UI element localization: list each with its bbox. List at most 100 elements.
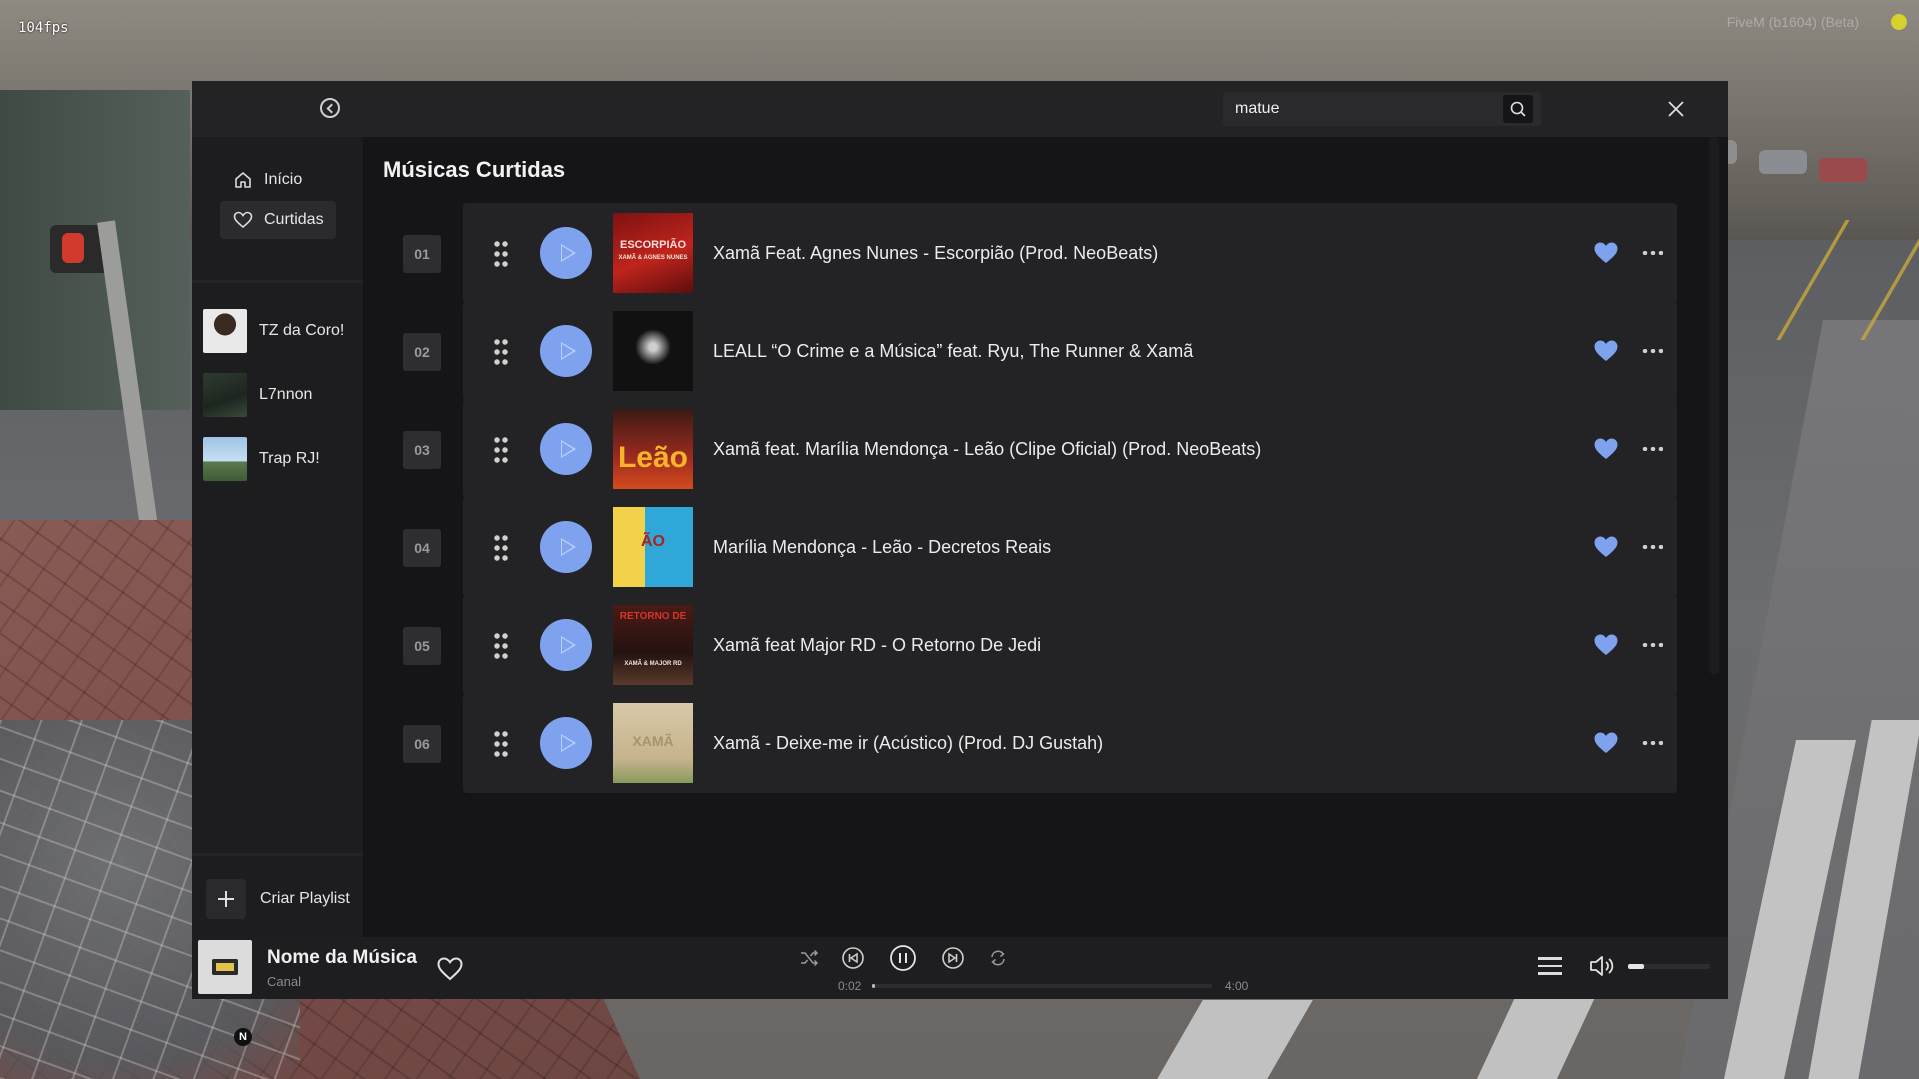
total-time: 4:00 (1225, 979, 1249, 993)
search-input[interactable]: matue (1235, 92, 1279, 126)
back-icon[interactable] (320, 98, 340, 118)
heart-filled-icon (1594, 536, 1618, 557)
song-row[interactable]: 03 Leão Xamã feat. Marília Mendonça - Le… (403, 399, 1723, 499)
progress-fill (872, 984, 875, 988)
next-button[interactable] (940, 945, 966, 971)
play-button[interactable] (540, 717, 592, 769)
liked-button[interactable] (1593, 633, 1619, 657)
create-playlist-label: Criar Playlist (260, 890, 350, 907)
shuffle-button[interactable] (796, 945, 822, 971)
song-card[interactable]: ÃO Marília Mendonça - Leão - Decretos Re… (463, 497, 1677, 597)
nav-item-inicio[interactable]: Início (220, 161, 314, 199)
song-cover (613, 311, 693, 391)
song-row[interactable]: 06 XAMÃ Xamã - Deixe-me ir (Acústico) (P… (403, 693, 1723, 793)
nav-item-label: Curtidas (264, 211, 324, 228)
volume-fill (1628, 964, 1645, 969)
drag-handle-icon[interactable] (493, 239, 509, 267)
create-playlist-button[interactable]: Criar Playlist (206, 879, 350, 919)
repeat-button[interactable] (985, 945, 1011, 971)
song-row[interactable]: 04 ÃO Marília Mendonça - Leão - Decretos… (403, 497, 1723, 597)
search-button[interactable] (1503, 95, 1533, 123)
cover-text: XAMÃ (632, 733, 674, 749)
track-number: 03 (403, 431, 441, 469)
liked-button[interactable] (1593, 339, 1619, 363)
more-options-icon[interactable] (1641, 741, 1663, 745)
play-button[interactable] (540, 619, 592, 671)
build-label: FiveM (b1604) (Beta) (1726, 14, 1859, 30)
main-content: matue Músicas Curtidas 01 ESCORPIÃO XAMÃ… (363, 81, 1728, 937)
queue-menu-icon[interactable] (1538, 956, 1562, 976)
heart-filled-icon (1594, 634, 1618, 655)
liked-button[interactable] (1593, 437, 1619, 461)
drag-handle-icon[interactable] (493, 729, 509, 757)
drag-handle-icon[interactable] (493, 435, 509, 463)
track-number: 05 (403, 627, 441, 665)
playlist-thumbnail (203, 309, 247, 353)
song-title: Marília Mendonça - Leão - Decretos Reais (713, 537, 1052, 557)
song-cover: Leão (613, 409, 693, 489)
song-card[interactable]: XAMÃ Xamã - Deixe-me ir (Acústico) (Prod… (463, 693, 1677, 793)
song-row[interactable]: 01 ESCORPIÃO XAMÃ & AGNES NUNES Xamã Fea… (403, 203, 1723, 303)
liked-button[interactable] (1593, 731, 1619, 755)
playlist-item[interactable]: L7nnon (203, 373, 312, 417)
play-button[interactable] (540, 227, 592, 279)
repeat-icon (991, 950, 1005, 966)
song-cover: RETORNO DE XAMÃ & MAJOR RD (613, 605, 693, 685)
previous-button[interactable] (840, 945, 866, 971)
play-button[interactable] (540, 325, 592, 377)
song-card[interactable]: RETORNO DE XAMÃ & MAJOR RD Xamã feat Maj… (463, 595, 1677, 695)
nav-item-curtidas[interactable]: Curtidas (220, 201, 336, 239)
song-title: Xamã feat Major RD - O Retorno De Jedi (713, 635, 1042, 655)
heart-filled-icon (1594, 242, 1618, 263)
more-options-icon[interactable] (1641, 349, 1663, 353)
minimap-north-marker: N (234, 1028, 252, 1046)
like-button[interactable] (436, 956, 464, 982)
volume-icon (1590, 956, 1614, 976)
heart-filled-icon (1594, 732, 1618, 753)
shuffle-icon (801, 949, 819, 967)
progress-bar[interactable] (872, 984, 1212, 988)
play-button[interactable] (540, 423, 592, 475)
song-card[interactable]: LEALL “O Crime e a Música” feat. Ryu, Th… (463, 301, 1677, 401)
volume-button[interactable] (1588, 953, 1618, 979)
song-title: Xamã Feat. Agnes Nunes - Escorpião (Prod… (713, 243, 1159, 263)
playlist-item[interactable]: Trap RJ! (203, 437, 320, 481)
search-box[interactable]: matue (1223, 92, 1541, 126)
song-row[interactable]: 02 LEALL “O Crime e a Música” feat. Ryu,… (403, 301, 1723, 401)
track-number: 04 (403, 529, 441, 567)
skip-previous-icon (842, 947, 864, 969)
song-card[interactable]: Leão Xamã feat. Marília Mendonça - Leão … (463, 399, 1677, 499)
drag-handle-icon[interactable] (493, 533, 509, 561)
track-number: 01 (403, 235, 441, 273)
current-time: 0:02 (838, 979, 862, 993)
now-playing-title: Nome da Música (267, 947, 417, 968)
playlist-thumbnail (203, 373, 247, 417)
song-card[interactable]: ESCORPIÃO XAMÃ & AGNES NUNES Xamã Feat. … (463, 203, 1677, 303)
divider (192, 853, 363, 856)
pause-button[interactable] (888, 943, 918, 973)
volume-slider[interactable] (1628, 964, 1710, 969)
playlist-item[interactable]: TZ da Coro! (203, 309, 344, 353)
cover-text: ÃO (641, 533, 665, 550)
pause-icon (890, 945, 916, 971)
plus-icon (206, 879, 246, 919)
more-options-icon[interactable] (1641, 545, 1663, 549)
drag-handle-icon[interactable] (493, 337, 509, 365)
skip-next-icon (942, 947, 964, 969)
song-cover: ESCORPIÃO XAMÃ & AGNES NUNES (613, 213, 693, 293)
more-options-icon[interactable] (1641, 643, 1663, 647)
play-button[interactable] (540, 521, 592, 573)
player-bar: Nome da Música Canal 0:02 4:00 (192, 937, 1728, 999)
now-playing-channel: Canal (267, 974, 301, 989)
liked-button[interactable] (1593, 535, 1619, 559)
song-row[interactable]: 05 RETORNO DE XAMÃ & MAJOR RD Xamã feat … (403, 595, 1723, 695)
liked-button[interactable] (1593, 241, 1619, 265)
cover-text: ESCORPIÃO (619, 239, 686, 251)
now-playing-cover (198, 940, 252, 994)
more-options-icon[interactable] (1641, 447, 1663, 451)
song-cover: XAMÃ (613, 703, 693, 783)
heart-outline-icon (437, 957, 463, 981)
close-button[interactable] (1665, 98, 1687, 120)
drag-handle-icon[interactable] (493, 631, 509, 659)
more-options-icon[interactable] (1641, 251, 1663, 255)
